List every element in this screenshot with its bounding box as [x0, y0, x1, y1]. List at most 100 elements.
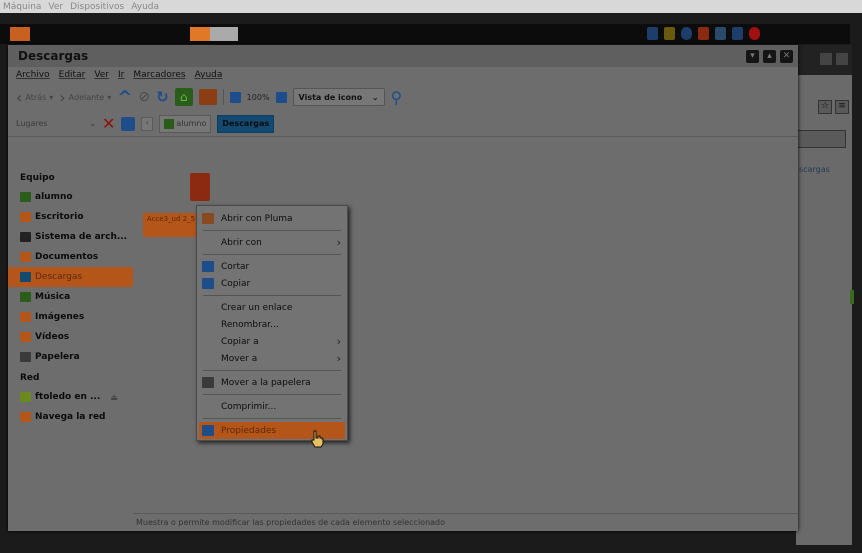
minimize-icon[interactable]: ▾	[746, 49, 759, 63]
sidebar-heading: Red	[20, 373, 40, 383]
forward-dropdown-icon[interactable]: ▾	[107, 93, 111, 102]
ctx-separator	[203, 254, 341, 255]
close-sidebar-icon[interactable]: ✕	[102, 114, 115, 133]
window-titlebar[interactable]: Descargas ▾ ▴ ✕	[8, 45, 798, 67]
sidebar-item[interactable]: Navega la red	[8, 407, 133, 427]
system-tray	[647, 27, 760, 40]
background-tab[interactable]: scargas	[796, 165, 852, 185]
bg-minimize-icon[interactable]	[820, 53, 832, 65]
folder-icon	[20, 412, 31, 422]
sidebar-item-label: Navega la red	[35, 412, 106, 422]
ctx-move-to-trash[interactable]: Mover a la papelera	[197, 374, 347, 391]
up-arrow-icon[interactable]: ^	[117, 87, 132, 108]
vbox-menu-devices[interactable]: Dispositivos	[70, 2, 124, 12]
tray-icon-2[interactable]	[664, 27, 675, 40]
search-icon[interactable]: ⚲	[391, 88, 403, 107]
ctx-open-with-label: Abrir con	[221, 237, 262, 248]
ctx-cut[interactable]: Cortar	[197, 258, 347, 275]
sidebar-heading: Equipo	[20, 173, 55, 183]
reload-icon[interactable]: ↻	[156, 88, 169, 106]
main-toolbar: ‹ Atrás ▾ › Adelante ▾ ^ ⊘ ↻ ⌂ 100% Vist…	[8, 83, 798, 111]
file-icon[interactable]	[190, 173, 210, 201]
ctx-rename-label: Renombrar...	[221, 319, 279, 330]
zoom-in-icon[interactable]	[275, 91, 287, 103]
ctx-copy[interactable]: Copiar	[197, 275, 347, 292]
sidebar-item-label: Música	[35, 292, 71, 302]
crumb-descargas-label: Descargas	[222, 119, 270, 128]
sidebar-item[interactable]: Descargas	[8, 267, 133, 287]
window-controls: ▾ ▴ ✕	[746, 49, 793, 63]
home-icon[interactable]: ⌂	[174, 88, 193, 106]
folder-icon	[20, 352, 31, 362]
power-icon[interactable]	[749, 27, 760, 40]
bookmark-star-icon[interactable]: ☆	[818, 100, 832, 114]
menu-editar[interactable]: Editar	[59, 70, 86, 80]
tray-clock-icon[interactable]	[732, 27, 743, 40]
file-label[interactable]: Acce3_ud 2_5	[143, 213, 199, 237]
vbox-menu-machine[interactable]: Máquina	[3, 2, 41, 12]
sidebar-item[interactable]: Escritorio	[8, 207, 133, 227]
sidebar-item[interactable]: Sistema de arch...	[8, 227, 133, 247]
eject-icon[interactable]: ⏏	[110, 393, 118, 402]
sidebar-item[interactable]: Papelera	[8, 347, 133, 367]
close-icon[interactable]: ✕	[780, 49, 793, 63]
crumb-alumno[interactable]: alumno	[159, 114, 212, 133]
back-button[interactable]: ‹ Atrás ▾	[16, 88, 53, 107]
maximize-icon[interactable]: ▴	[763, 49, 776, 63]
folder-icon	[20, 252, 31, 262]
tray-volume-icon[interactable]	[698, 27, 709, 40]
ctx-separator	[203, 370, 341, 371]
places-sidebar: Equipo alumno Escritorio Sistema de arch...…	[8, 163, 133, 513]
ctx-copy-to[interactable]: Copiar a ›	[197, 333, 347, 350]
ctx-open-with-pluma-label: Abrir con Pluma	[221, 213, 293, 224]
sidebar-item[interactable]: ftoledo en ... ⏏	[8, 387, 133, 407]
folder-icon	[20, 272, 31, 282]
stop-icon[interactable]: ⊘	[138, 89, 150, 105]
trash-icon	[202, 377, 214, 388]
tray-icon-1[interactable]	[647, 27, 658, 40]
sidebar-item[interactable]: Documentos	[8, 247, 133, 267]
folder-icon	[20, 292, 31, 302]
toggle-path-icon[interactable]	[121, 116, 136, 131]
sidebar-item[interactable]: Vídeos	[8, 327, 133, 347]
back-dropdown-icon[interactable]: ▾	[49, 93, 53, 102]
back-arrow-icon: ‹	[16, 87, 23, 107]
ctx-cut-label: Cortar	[221, 261, 250, 272]
bg-close-icon[interactable]	[836, 53, 848, 65]
background-url-field[interactable]	[796, 130, 846, 148]
ctx-open-with-pluma[interactable]: Abrir con Pluma	[197, 210, 347, 227]
sidebar-item-label: Imágenes	[35, 312, 85, 322]
crumb-scroll-left-icon[interactable]: ‹	[141, 116, 154, 131]
tray-user-icon[interactable]	[715, 27, 726, 40]
sidebar-item-label: Descargas	[35, 272, 83, 282]
crumb-alumno-label: alumno	[176, 119, 207, 128]
ctx-create-link[interactable]: Crear un enlace	[197, 299, 347, 316]
tray-network-icon[interactable]	[681, 27, 692, 40]
ctx-open-with[interactable]: Abrir con ›	[197, 234, 347, 251]
view-mode-select[interactable]: Vista de icono ⌄	[292, 88, 385, 106]
ctx-move-to[interactable]: Mover a ›	[197, 350, 347, 367]
places-selector[interactable]: Lugares ⌄	[16, 119, 96, 128]
hamburger-menu-icon[interactable]: ≡	[835, 100, 849, 114]
zoom-out-icon[interactable]	[229, 91, 241, 103]
menu-ver[interactable]: Ver	[94, 70, 109, 80]
sidebar-item[interactable]: Música	[8, 287, 133, 307]
vbox-menu-view[interactable]: Ver	[48, 2, 63, 12]
sidebar-item[interactable]: Imágenes	[8, 307, 133, 327]
ctx-compress[interactable]: Comprimir...	[197, 398, 347, 415]
ctx-rename[interactable]: Renombrar...	[197, 316, 347, 333]
taskbar-button[interactable]	[190, 27, 238, 41]
computer-icon[interactable]	[198, 89, 217, 105]
ctx-compress-label: Comprimir...	[221, 401, 277, 412]
forward-button[interactable]: › Adelante ▾	[59, 88, 111, 107]
menu-archivo[interactable]: Archivo	[16, 70, 50, 80]
folder-icon	[20, 192, 31, 202]
crumb-descargas[interactable]: Descargas	[217, 114, 275, 133]
applications-menu-icon[interactable]	[10, 27, 30, 41]
menu-ayuda[interactable]: Ayuda	[195, 70, 223, 80]
menu-ir[interactable]: Ir	[118, 70, 124, 80]
ctx-properties-label: Propiedades	[221, 425, 277, 436]
menu-marcadores[interactable]: Marcadores	[133, 70, 185, 80]
vbox-menu-help[interactable]: Ayuda	[131, 2, 159, 12]
sidebar-item[interactable]: alumno	[8, 187, 133, 207]
